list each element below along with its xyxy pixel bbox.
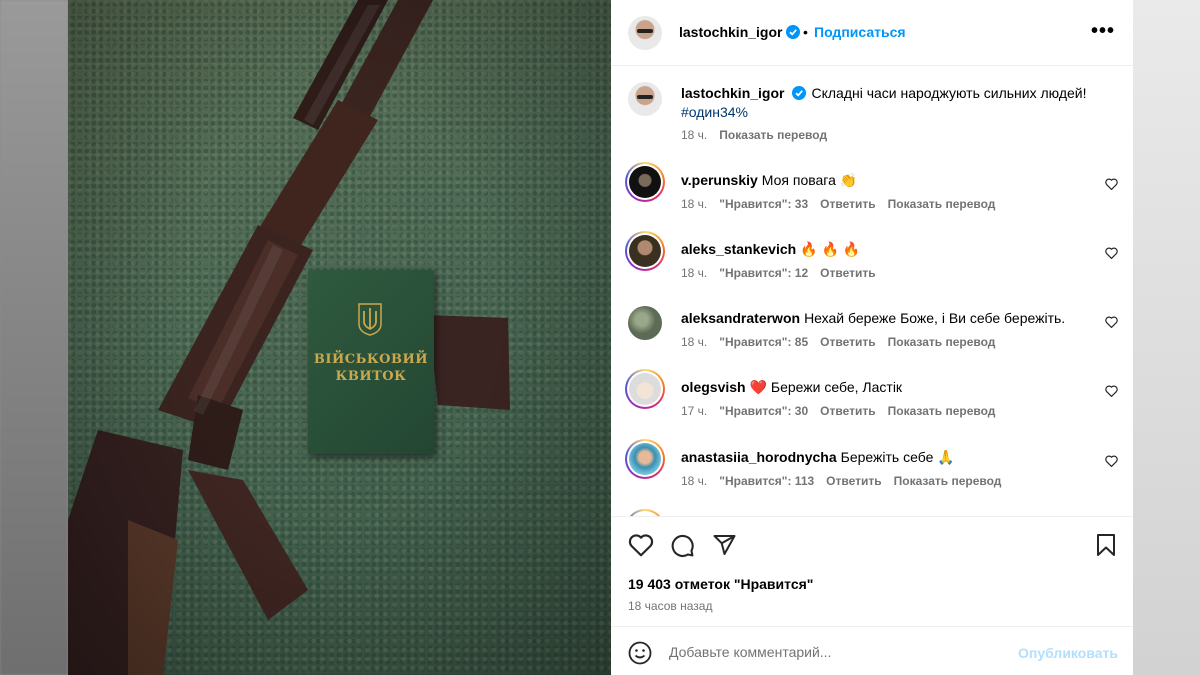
comment-time: 18 ч. <box>681 335 708 349</box>
comment-username[interactable]: v.perunskiy <box>681 172 758 188</box>
verified-badge-icon <box>786 25 801 39</box>
comment-time: 18 ч. <box>681 266 708 280</box>
add-comment-bar: Опубликовать <box>611 626 1133 675</box>
comment-text-line: anastasiia_horodnycha Бережіть себе 🙏 <box>681 449 955 466</box>
commenter-avatar <box>629 235 661 267</box>
comment-like-heart-icon[interactable] <box>1105 178 1118 190</box>
commenter-avatar[interactable] <box>628 306 662 340</box>
author-username[interactable]: lastochkin_igor <box>679 24 782 40</box>
comment-like-heart-icon[interactable] <box>1105 247 1118 259</box>
more-options-icon[interactable]: ••• <box>1091 20 1115 43</box>
caption-time: 18 ч. <box>681 128 708 142</box>
caption-text-line: lastochkin_igor Складні часи народжують с… <box>681 85 1087 101</box>
comment-text-line: aleksandraterwon Нехай береже Боже, і Ви … <box>681 310 1065 326</box>
save-bookmark-icon[interactable] <box>1095 533 1117 557</box>
comment-meta: 18 ч. "Нравится": 113 Ответить Показать пер… <box>681 474 1013 488</box>
military-id-booklet: ВІЙСЬКОВИЙ КВИТОК <box>308 270 434 454</box>
likes-count[interactable]: 19 403 отметок "Нравится" <box>628 576 813 592</box>
comment-time: 18 ч. <box>681 197 708 211</box>
like-heart-icon[interactable] <box>628 533 654 557</box>
comment-text-line: v.perunskiy Моя повага 👏 <box>681 172 857 189</box>
reply-button[interactable]: Ответить <box>820 266 875 280</box>
translate-button[interactable]: Показать перевод <box>894 474 1002 488</box>
commenter-avatar <box>629 373 661 405</box>
comment-meta: 17 ч. "Нравится": 30 Ответить Показать пере… <box>681 404 1007 418</box>
reply-button[interactable]: Ответить <box>820 197 875 211</box>
caption-meta: 18 ч. Показать перевод <box>681 128 839 142</box>
comment-username[interactable]: aleksandraterwon <box>681 310 800 326</box>
comment-like-heart-icon[interactable] <box>1105 316 1118 328</box>
comment-likes[interactable]: "Нравится": 33 <box>719 197 808 211</box>
comments-list[interactable]: lastochkin_igor Складні часи народжують с… <box>611 66 1133 516</box>
reply-button[interactable]: Ответить <box>820 404 875 418</box>
background-right <box>1133 0 1200 675</box>
post-actions: 19 403 отметок "Нравится" 18 часов назад <box>611 516 1133 626</box>
translate-button[interactable]: Показать перевод <box>888 335 996 349</box>
share-send-icon[interactable] <box>712 533 737 557</box>
comment-meta: 18 ч. "Нравится": 12 Ответить <box>681 266 888 280</box>
comment-likes[interactable]: "Нравится": 12 <box>719 266 808 280</box>
comment-like-heart-icon[interactable] <box>1105 385 1118 397</box>
caption-text: Складні часи народжують сильних людей! <box>811 85 1087 101</box>
follow-button[interactable]: Подписаться <box>814 24 906 40</box>
author-name-wrap: lastochkin_igor <box>679 24 801 42</box>
reply-button[interactable]: Ответить <box>820 335 875 349</box>
comment-text: Моя повага 👏 <box>761 172 858 188</box>
post-panel: lastochkin_igor • Подписаться ••• lastoc… <box>611 0 1133 675</box>
comment-like-heart-icon[interactable] <box>1105 455 1118 467</box>
comment-likes[interactable]: "Нравится": 85 <box>719 335 808 349</box>
booklet-title-line2: КВИТОК <box>335 369 407 384</box>
translate-button[interactable]: Показать перевод <box>888 404 996 418</box>
separator-dot: • <box>803 24 808 40</box>
emoji-icon[interactable] <box>628 641 652 665</box>
verified-badge-icon <box>792 86 807 100</box>
story-ring[interactable] <box>625 369 665 409</box>
post-photo[interactable]: ВІЙСЬКОВИЙ КВИТОК <box>68 0 611 675</box>
comment-text: ❤️ Бережи себе, Ластік <box>749 379 903 395</box>
post-header: lastochkin_igor • Подписаться ••• <box>611 0 1133 66</box>
story-ring[interactable] <box>625 439 665 479</box>
translate-button[interactable]: Показать перевод <box>888 197 996 211</box>
trident-emblem-icon <box>358 303 382 336</box>
commenter-avatar <box>629 166 661 198</box>
caption-username[interactable]: lastochkin_igor <box>681 85 784 101</box>
comment-username[interactable]: olegsvish <box>681 379 746 395</box>
comment-likes[interactable]: "Нравится": 113 <box>719 474 814 488</box>
comment-meta: 18 ч. "Нравится": 33 Ответить Показать пере… <box>681 197 1007 211</box>
booklet-title-line1: ВІЙСЬКОВИЙ <box>313 352 429 367</box>
comment-time: 18 ч. <box>681 474 708 488</box>
story-ring[interactable] <box>625 509 665 516</box>
reply-button[interactable]: Ответить <box>826 474 881 488</box>
caption-translate-button[interactable]: Показать перевод <box>719 128 827 142</box>
comment-text-line: aleks_stankevich 🔥 🔥 🔥 <box>681 241 860 258</box>
story-ring[interactable] <box>625 162 665 202</box>
comment-input[interactable] <box>669 639 999 665</box>
story-ring[interactable] <box>625 231 665 271</box>
comment-text: Бережіть себе 🙏 <box>840 449 955 465</box>
author-avatar[interactable] <box>628 16 662 50</box>
comment-username[interactable]: aleks_stankevich <box>681 241 796 257</box>
caption-hashtag[interactable]: #один34% <box>681 104 748 120</box>
comment-text: Нехай береже Боже, і Ви себе бережіть. <box>804 310 1066 326</box>
post-time-ago: 18 часов назад <box>628 599 713 613</box>
commenter-avatar <box>629 443 661 475</box>
background-left <box>0 0 68 675</box>
comment-text: 🔥 🔥 🔥 <box>800 241 861 257</box>
comment-username[interactable]: anastasiia_horodnycha <box>681 449 837 465</box>
publish-button[interactable]: Опубликовать <box>1018 645 1118 661</box>
comment-meta: 18 ч. "Нравится": 85 Ответить Показать пере… <box>681 335 1007 349</box>
comment-text-line: olegsvish ❤️ Бережи себе, Ластік <box>681 379 902 396</box>
comment-time: 17 ч. <box>681 404 708 418</box>
caption-avatar[interactable] <box>628 82 662 116</box>
comment-likes[interactable]: "Нравится": 30 <box>719 404 808 418</box>
comment-bubble-icon[interactable] <box>670 533 695 558</box>
